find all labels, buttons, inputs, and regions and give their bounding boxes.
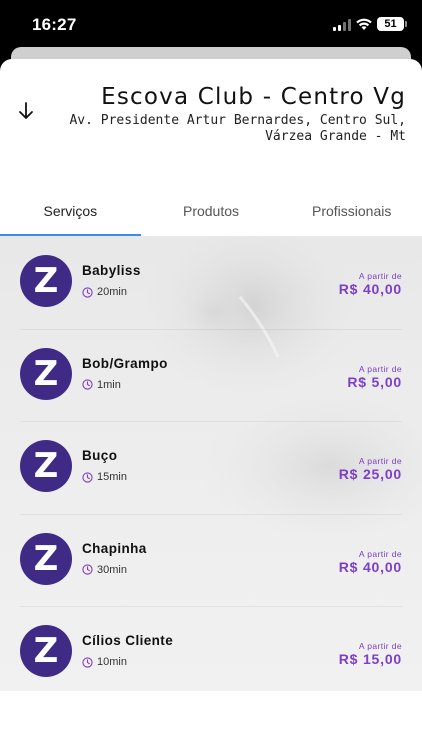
store-address-line2: Várzea Grande - Mt [265, 129, 406, 144]
store-name: Escova Club - Centro Vg [101, 84, 406, 110]
tab-servicos[interactable]: Serviços [0, 190, 141, 236]
duration-text: 15min [97, 471, 127, 483]
wifi-icon [356, 18, 372, 30]
price-caption: A partir de [358, 271, 402, 281]
logo-letter: Z [33, 353, 59, 394]
duration-text: 30min [97, 563, 127, 576]
price-caption: A partir de [358, 363, 402, 374]
salon-logo-icon: Z [20, 440, 72, 492]
price-caption: A partir de [358, 456, 402, 466]
price-value: R$ 40,00 [338, 281, 402, 297]
salon-logo-icon: Z [20, 347, 72, 400]
duration-text: 20min [97, 286, 127, 298]
service-duration: 1min [82, 379, 121, 391]
price-caption: A partir de [358, 641, 402, 651]
battery-icon: 51 [377, 17, 407, 31]
price-value: R$ 40,00 [338, 558, 402, 575]
status-time: 16:27 [32, 15, 77, 34]
service-name: Buço [82, 448, 118, 463]
clock-icon [82, 379, 93, 390]
tab-bar: Serviços Produtos Profissionais [0, 190, 422, 236]
duration-text: 1min [97, 378, 121, 391]
services-panel: Z Babyliss 20min A partir de R$ 40,00 Z … [0, 237, 422, 691]
price-value: R$ 5,00 [347, 373, 402, 390]
status-bar: 16:27 51 [0, 0, 422, 50]
back-button[interactable] [14, 99, 38, 123]
service-item-buco[interactable]: Z Buço 15min A partir de R$ 25,00 [20, 422, 402, 515]
service-item-cilios-cliente[interactable]: Z Cílios Cliente 10min A partir de R$ 15… [20, 607, 402, 691]
salon-logo-icon: Z [20, 255, 72, 307]
service-duration: 30min [82, 564, 127, 576]
logo-letter: Z [33, 538, 59, 579]
service-item-bob-grampo[interactable]: Z Bob/Grampo 1min A partir de R$ 5,00 [20, 330, 402, 422]
price-value: R$ 25,00 [338, 466, 402, 482]
store-header: Escova Club - Centro Vg Av. Presidente A… [56, 82, 406, 144]
service-duration: 20min [82, 286, 127, 298]
tab-profissionais[interactable]: Profissionais [281, 190, 422, 236]
clock-icon [82, 656, 93, 668]
salon-logo-icon: Z [20, 532, 72, 585]
price-value: R$ 15,00 [338, 651, 402, 667]
clock-icon [82, 564, 93, 575]
salon-logo-icon: Z [20, 625, 72, 677]
logo-letter: Z [33, 446, 59, 486]
service-name: Cílios Cliente [82, 633, 174, 648]
service-item-babyliss[interactable]: Z Babyliss 20min A partir de R$ 40,00 [20, 237, 402, 330]
clock-icon [82, 471, 93, 483]
service-name: Babyliss [82, 263, 141, 278]
store-address-line1: Av. Presidente Artur Bernardes, Centro S… [69, 113, 406, 128]
service-name: Chapinha [82, 540, 147, 556]
service-duration: 10min [82, 656, 127, 668]
service-name: Bob/Grampo [82, 355, 168, 371]
duration-text: 10min [97, 656, 127, 668]
logo-letter: Z [33, 631, 59, 671]
price-caption: A partir de [358, 548, 402, 559]
tab-produtos[interactable]: Produtos [141, 190, 282, 236]
arrow-down-icon [19, 102, 33, 119]
service-item-chapinha[interactable]: Z Chapinha 30min A partir de R$ 40,00 [20, 515, 402, 607]
service-list: Z Babyliss 20min A partir de R$ 40,00 Z … [0, 237, 422, 691]
logo-letter: Z [33, 261, 59, 301]
signal-icon [333, 19, 351, 31]
clock-icon [82, 286, 93, 298]
service-duration: 15min [82, 471, 127, 483]
